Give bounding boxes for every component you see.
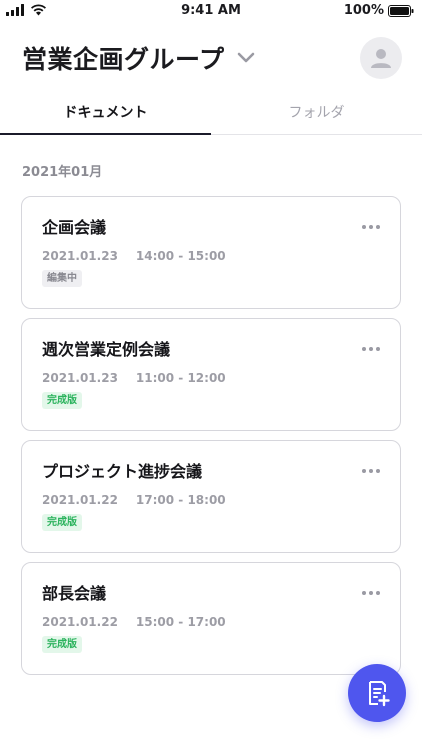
status-badge: 完成版 xyxy=(42,514,82,531)
month-header: 2021年01月 xyxy=(22,165,103,180)
document-time: 15:00 - 17:00 xyxy=(135,615,226,629)
document-card[interactable]: プロジェクト進捗会議 2021.01.22 17:00 - 18:00 完成版 xyxy=(21,440,401,553)
more-options-icon[interactable] xyxy=(362,587,380,599)
document-meta: 2021.01.23 11:00 - 12:00 xyxy=(42,371,380,385)
document-meta: 2021.01.23 14:00 - 15:00 xyxy=(42,249,380,263)
tab-folders[interactable]: フォルダ xyxy=(211,90,422,134)
status-badge: 編集中 xyxy=(42,270,82,287)
battery-percent: 100% xyxy=(343,3,384,18)
new-document-button[interactable] xyxy=(348,664,406,722)
document-time: 17:00 - 18:00 xyxy=(135,493,226,507)
more-options-icon[interactable] xyxy=(362,343,380,355)
document-time: 11:00 - 12:00 xyxy=(135,371,226,385)
new-document-icon xyxy=(369,681,390,707)
document-card[interactable]: 週次営業定例会議 2021.01.23 11:00 - 12:00 完成版 xyxy=(21,318,401,431)
header: 営業企画グループ xyxy=(22,36,402,80)
chevron-down-icon xyxy=(237,52,254,63)
status-right: 100% xyxy=(344,3,414,18)
group-selector[interactable]: 営業企画グループ xyxy=(22,40,255,76)
tab-bar: ドキュメント フォルダ xyxy=(0,90,422,135)
tab-documents[interactable]: ドキュメント xyxy=(0,90,211,135)
document-title: 部長会議 xyxy=(42,584,107,603)
user-icon xyxy=(371,49,391,68)
document-date: 2021.01.23 xyxy=(42,249,118,263)
document-date: 2021.01.22 xyxy=(42,493,118,507)
document-date: 2021.01.22 xyxy=(42,615,118,629)
document-meta: 2021.01.22 15:00 - 17:00 xyxy=(42,615,380,629)
document-list: 企画会議 2021.01.23 14:00 - 15:00 編集中 週次営業定例… xyxy=(21,196,401,684)
document-title: プロジェクト進捗会議 xyxy=(42,462,203,481)
document-meta: 2021.01.22 17:00 - 18:00 xyxy=(42,493,380,507)
document-title: 週次営業定例会議 xyxy=(42,340,171,359)
more-options-icon[interactable] xyxy=(362,465,380,477)
document-date: 2021.01.23 xyxy=(42,371,118,385)
document-card[interactable]: 部長会議 2021.01.22 15:00 - 17:00 完成版 xyxy=(21,562,401,675)
document-card[interactable]: 企画会議 2021.01.23 14:00 - 15:00 編集中 xyxy=(21,196,401,309)
status-badge: 完成版 xyxy=(42,392,82,409)
avatar[interactable] xyxy=(360,37,402,79)
more-options-icon[interactable] xyxy=(362,221,380,233)
document-title: 企画会議 xyxy=(42,218,107,237)
document-time: 14:00 - 15:00 xyxy=(135,249,226,263)
battery-icon xyxy=(388,4,414,17)
group-title: 営業企画グループ xyxy=(22,45,225,74)
status-badge: 完成版 xyxy=(42,636,82,653)
status-bar: 9:41 AM 100% xyxy=(0,0,422,22)
